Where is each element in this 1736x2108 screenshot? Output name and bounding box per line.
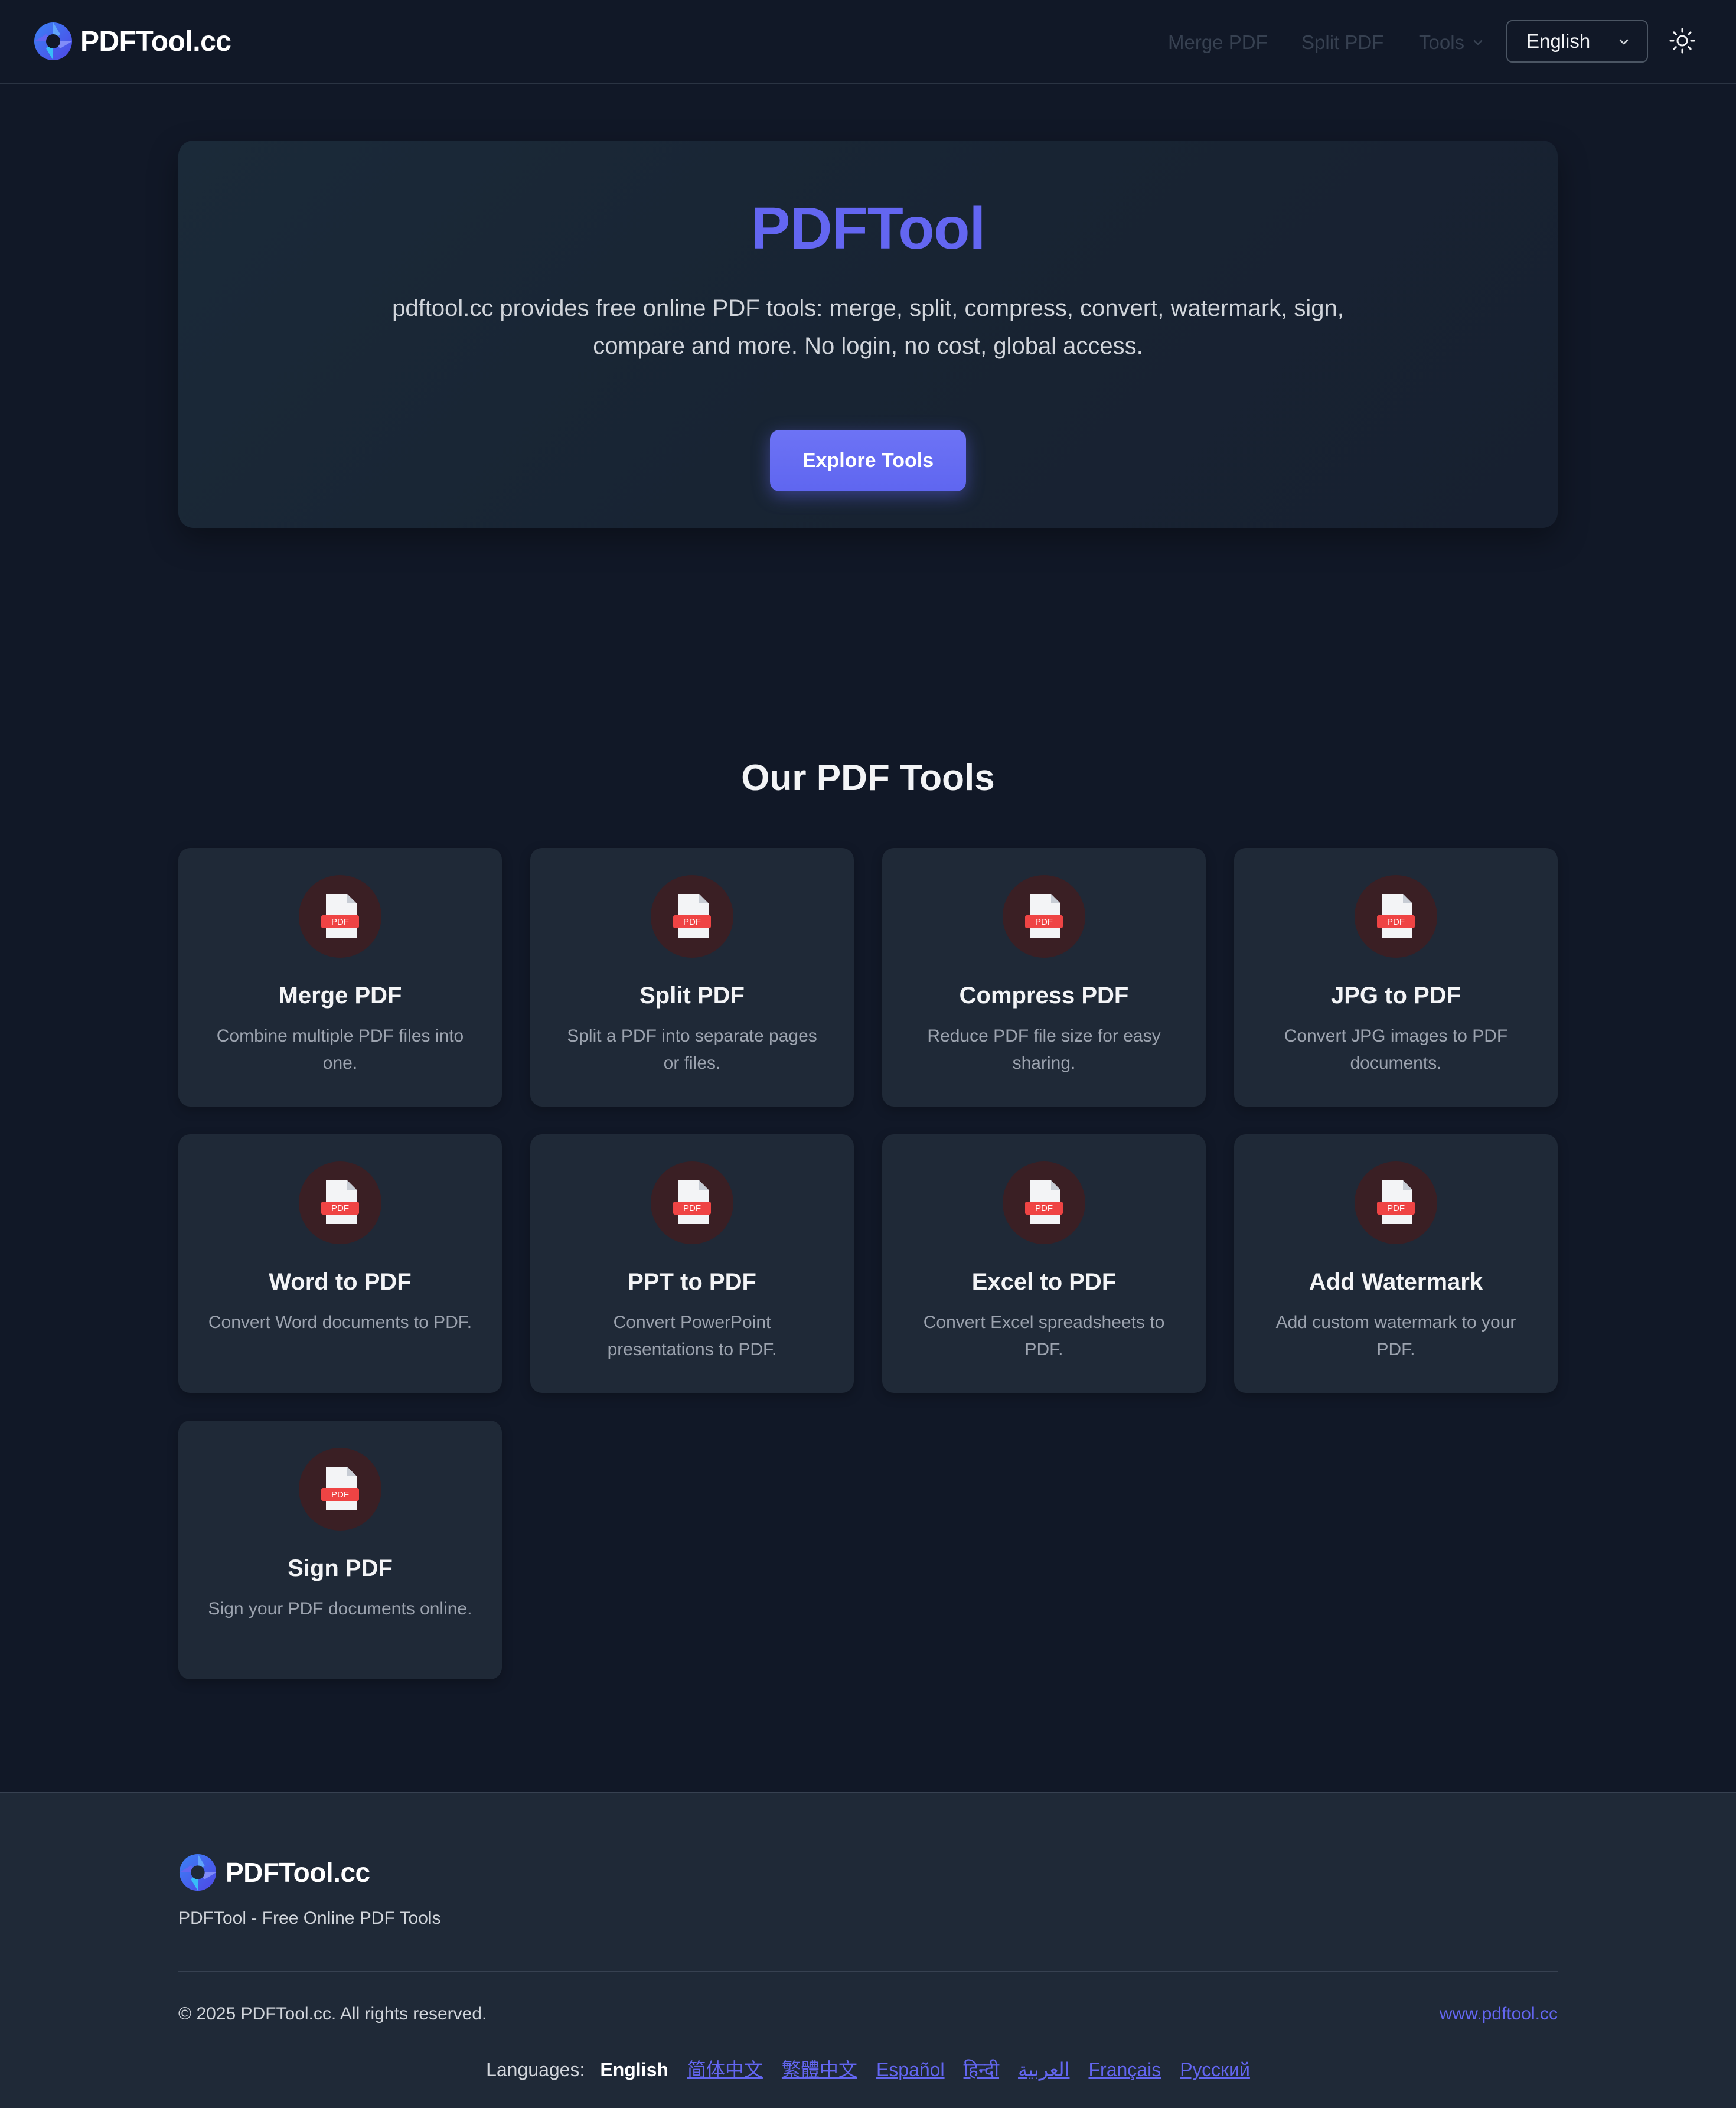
tool-card-merge-pdf[interactable]: PDF Merge PDF Combine multiple PDF files… <box>178 848 502 1107</box>
brand-link[interactable]: PDFTool.cc <box>33 21 231 61</box>
tool-card-title: Word to PDF <box>269 1269 412 1295</box>
tool-card-split-pdf[interactable]: PDF Split PDF Split a PDF into separate … <box>530 848 854 1107</box>
pdf-icon-badge: PDF <box>651 875 733 958</box>
tool-card-title: Merge PDF <box>278 983 402 1009</box>
tool-card-excel-to-pdf[interactable]: PDF Excel to PDF Convert Excel spreadshe… <box>882 1134 1206 1393</box>
tool-card-description: Reduce PDF file size for easy sharing. <box>927 1026 1161 1073</box>
language-link-es[interactable]: Español <box>876 2059 945 2081</box>
pdf-icon-label: PDF <box>683 917 701 927</box>
nav-tools-dropdown[interactable]: Tools <box>1419 31 1484 54</box>
site-header: PDFTool.cc Merge PDF Split PDF Tools Eng… <box>0 0 1736 84</box>
tool-card-ppt-to-pdf[interactable]: PDF PPT to PDF Convert PowerPoint presen… <box>530 1134 854 1393</box>
tool-card-word-to-pdf[interactable]: PDF Word to PDF Convert Word documents t… <box>178 1134 502 1393</box>
pdf-icon-label: PDF <box>1035 917 1053 927</box>
tool-card-sign-pdf[interactable]: PDF Sign PDF Sign your PDF documents onl… <box>178 1421 502 1679</box>
tool-card-add-watermark[interactable]: PDF Add Watermark Add custom watermark t… <box>1234 1134 1558 1393</box>
tool-card-compress-pdf[interactable]: PDF Compress PDF Reduce PDF file size fo… <box>882 848 1206 1107</box>
tool-card-description: Combine multiple PDF files into one. <box>216 1026 464 1073</box>
tool-card-description: Convert Excel spreadsheets to PDF. <box>923 1313 1165 1359</box>
footer-site-link[interactable]: www.pdftool.cc <box>1440 2004 1558 2024</box>
hero-section: PDFTool pdftool.cc provides free online … <box>178 141 1558 528</box>
logo-icon <box>34 22 72 60</box>
pdf-icon-label: PDF <box>1387 917 1405 927</box>
hero-description: pdftool.cc provides free online PDF tool… <box>392 295 1344 359</box>
pdf-icon-badge: PDF <box>1003 1161 1085 1244</box>
footer-copyright: © 2025 PDFTool.cc. All rights reserved. <box>178 2004 487 2024</box>
pdf-icon-badge: PDF <box>299 875 381 958</box>
language-link-ru[interactable]: Русский <box>1180 2059 1250 2081</box>
pdf-icon-badge: PDF <box>1003 875 1085 958</box>
hero-title: PDFTool <box>750 195 986 262</box>
tool-card-title: Compress PDF <box>959 983 1129 1009</box>
tool-card-jpg-to-pdf[interactable]: PDF JPG to PDF Convert JPG images to PDF… <box>1234 848 1558 1107</box>
current-language: English <box>600 2059 668 2080</box>
pdf-icon-label: PDF <box>331 1490 349 1500</box>
tool-card-description: Convert JPG images to PDF documents. <box>1284 1026 1508 1073</box>
pdf-icon-label: PDF <box>1035 1203 1053 1213</box>
pdf-file-icon: PDF <box>1377 1180 1415 1224</box>
nav-merge-pdf[interactable]: Merge PDF <box>1168 31 1268 54</box>
tools-section-title: Our PDF Tools <box>741 758 995 798</box>
tool-card-description: Add custom watermark to your PDF. <box>1275 1313 1516 1359</box>
pdf-file-icon: PDF <box>673 894 711 938</box>
tool-card-title: Excel to PDF <box>971 1269 1117 1295</box>
pdf-icon-badge: PDF <box>299 1161 381 1244</box>
language-link-fr[interactable]: Français <box>1088 2059 1161 2081</box>
tool-card-description: Sign your PDF documents online. <box>208 1599 472 1618</box>
tool-card-title: PPT to PDF <box>628 1269 756 1295</box>
tool-card-title: Split PDF <box>639 983 745 1009</box>
language-link-hi[interactable]: हिन्दी <box>964 2057 999 2082</box>
nav-split-pdf[interactable]: Split PDF <box>1301 31 1383 54</box>
pdf-icon-label: PDF <box>331 1203 349 1213</box>
pdf-file-icon: PDF <box>321 1180 359 1224</box>
footer-languages: Languages: English 简体中文 繁體中文 Español हिन… <box>0 2055 1736 2082</box>
language-link-zh-hans[interactable]: 简体中文 <box>687 2055 763 2082</box>
footer-brand[interactable]: PDFTool.cc <box>178 1853 370 1892</box>
tool-card-title: Sign PDF <box>288 1555 393 1581</box>
tool-card-description: Split a PDF into separate pages or files… <box>567 1026 817 1073</box>
tool-card-description: Convert PowerPoint presentations to PDF. <box>607 1313 777 1359</box>
language-link-zh-hant[interactable]: 繁體中文 <box>782 2055 857 2082</box>
chevron-down-icon <box>1473 40 1483 45</box>
site-footer: PDFTool.cc PDFTool - Free Online PDF Too… <box>0 1792 1736 2108</box>
pdf-icon-label: PDF <box>1387 1203 1405 1213</box>
brand-name: PDFTool.cc <box>80 25 231 57</box>
tool-card-title: Add Watermark <box>1308 1269 1483 1295</box>
pdf-file-icon: PDF <box>1025 1180 1063 1224</box>
pdf-icon-badge: PDF <box>651 1161 733 1244</box>
nav-tools-label: Tools <box>1419 31 1465 53</box>
pdf-icon-label: PDF <box>683 1203 701 1213</box>
pdf-icon-label: PDF <box>331 917 349 927</box>
footer-tagline: PDFTool - Free Online PDF Tools <box>178 1908 441 1928</box>
language-link-ar[interactable]: العربية <box>1018 2058 1069 2081</box>
sun-icon[interactable] <box>1669 27 1696 54</box>
pdf-icon-badge: PDF <box>1355 1161 1437 1244</box>
pdf-icon-badge: PDF <box>1355 875 1437 958</box>
tool-card-description: Convert Word documents to PDF. <box>208 1313 472 1332</box>
pdf-file-icon: PDF <box>1025 894 1063 938</box>
tool-card-title: JPG to PDF <box>1330 983 1461 1009</box>
pdf-file-icon: PDF <box>1377 894 1415 938</box>
footer-divider <box>178 1971 1558 1972</box>
pdf-file-icon: PDF <box>321 894 359 938</box>
languages-label: Languages: <box>486 2059 585 2080</box>
explore-tools-button[interactable]: Explore Tools <box>770 430 966 491</box>
logo-icon <box>179 1854 217 1891</box>
pdf-file-icon: PDF <box>673 1180 711 1224</box>
pdf-file-icon: PDF <box>321 1467 359 1510</box>
pdf-icon-badge: PDF <box>299 1448 381 1531</box>
chevron-down-icon <box>1619 39 1629 45</box>
language-select-value: English <box>1526 30 1591 52</box>
footer-brand-name: PDFTool.cc <box>226 1857 370 1888</box>
language-select[interactable]: English <box>1506 20 1648 63</box>
